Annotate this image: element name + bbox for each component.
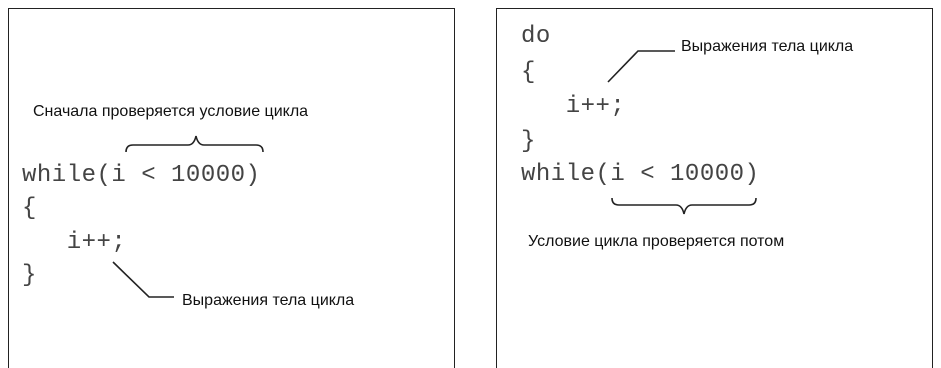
annotation-lines bbox=[112, 50, 757, 298]
left-condition-brace bbox=[125, 135, 264, 153]
right-body-pointer-line bbox=[607, 50, 675, 83]
left-body-pointer-line bbox=[112, 261, 174, 298]
right-condition-brace bbox=[611, 197, 757, 215]
